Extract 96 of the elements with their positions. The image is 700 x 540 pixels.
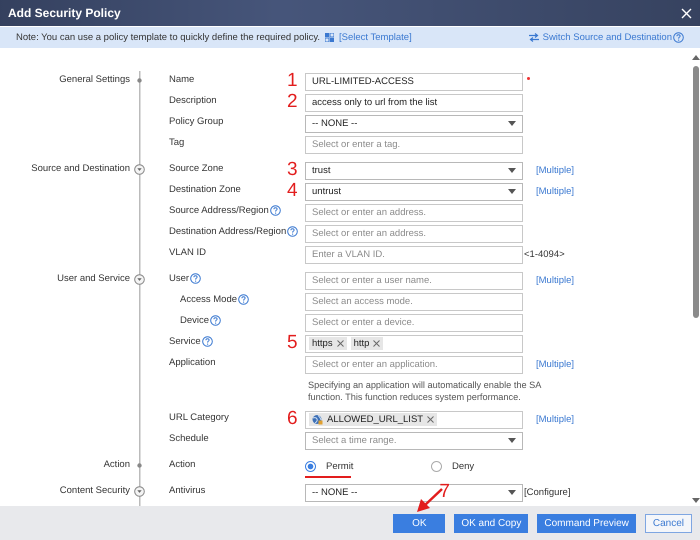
multiple-link[interactable]: [Multiple] — [536, 414, 574, 425]
hint-text: Specifying an application will automatically enable the SA function. This function reduces system performance. — [307, 379, 542, 403]
dropdown-caret-icon — [508, 121, 516, 126]
dialog-button[interactable]: Cancel — [644, 514, 692, 532]
field-label: Antivirus — [169, 485, 206, 496]
field-label: Application — [169, 357, 216, 368]
text-field[interactable]: Select or enter an address. — [305, 204, 523, 222]
collapse-icon[interactable] — [134, 164, 145, 175]
dropdown[interactable]: trust — [305, 162, 523, 180]
section-label: Source and Destination — [31, 163, 130, 174]
globe-icon — [312, 414, 323, 425]
dropdown-caret-icon — [508, 438, 516, 443]
note-text: Note: You can use a policy template to quickly define the required policy. — [16, 32, 320, 43]
field-label: URL Category — [169, 412, 229, 423]
text-field[interactable]: URL-LIMITED-ACCESS — [305, 72, 523, 90]
multiple-link[interactable]: [Multiple] — [536, 186, 574, 197]
field-label: Description — [169, 95, 217, 106]
field-label: Destination Zone — [169, 184, 241, 195]
scroll-down-icon[interactable] — [692, 498, 700, 504]
scroll-up-icon[interactable] — [692, 54, 700, 60]
dialog-button[interactable]: OK and Copy — [454, 514, 528, 532]
field-label: Device — [180, 315, 210, 326]
tag-chip[interactable]: http — [350, 337, 384, 350]
dialog-button[interactable]: Command Preview — [537, 514, 636, 532]
text-field[interactable]: Select or enter a user name. — [305, 272, 523, 290]
dropdown-value: untrust — [312, 186, 342, 197]
dropdown-caret-icon — [508, 168, 516, 173]
annotation-number: 2 — [287, 94, 299, 110]
text-field[interactable]: Enter a VLAN ID. — [305, 246, 523, 264]
window-title: Add Security Policy — [8, 6, 121, 20]
radio-button[interactable] — [305, 461, 316, 472]
range-hint: [Configure] — [524, 487, 570, 498]
help-icon[interactable] — [287, 226, 298, 237]
radio-button[interactable] — [431, 461, 442, 472]
annotation-number: 5 — [287, 334, 299, 350]
dropdown-value: trust — [312, 165, 330, 176]
help-icon[interactable] — [270, 205, 281, 216]
help-icon[interactable] — [238, 294, 250, 305]
remove-icon[interactable] — [373, 340, 380, 347]
tag-chip[interactable]: ALLOWED_URL_LIST — [309, 413, 438, 426]
field-label: Service — [169, 336, 201, 347]
field-label: Source Address/Region — [169, 205, 269, 216]
field-label: Source Zone — [169, 163, 224, 174]
field-label: Schedule — [169, 433, 209, 444]
dropdown-value: -- NONE -- — [312, 487, 358, 498]
tag-chip[interactable]: https — [309, 337, 347, 350]
select-template-link[interactable]: [Select Template] — [339, 32, 412, 43]
text-field[interactable]: Select or enter an address. — [305, 224, 523, 242]
field-label: Tag — [169, 137, 184, 148]
annotation-number: 4 — [287, 182, 299, 198]
multiple-link[interactable]: [Multiple] — [536, 359, 574, 370]
text-field[interactable]: Select or enter a device. — [305, 314, 523, 332]
multiple-link[interactable]: [Multiple] — [536, 275, 574, 286]
section-label: User and Service — [57, 273, 130, 284]
remove-icon[interactable] — [427, 416, 434, 423]
help-icon[interactable] — [210, 315, 222, 326]
help-icon[interactable] — [202, 336, 213, 347]
field-label: VLAN ID — [169, 247, 206, 258]
swap-icon — [528, 33, 539, 42]
radio-label[interactable]: Permit — [326, 461, 354, 472]
collapse-icon[interactable] — [134, 486, 145, 497]
text-field[interactable]: Select or enter a tag. — [305, 136, 523, 154]
dropdown-caret-icon — [508, 189, 516, 194]
range-hint: <1-4094> — [524, 249, 565, 260]
dropdown[interactable]: -- NONE -- — [305, 114, 523, 132]
dropdown[interactable]: untrust — [305, 182, 523, 200]
dropdown-placeholder: Select a time range. — [312, 435, 396, 446]
field-label: Access Mode — [180, 294, 238, 305]
dropdown-caret-icon — [508, 490, 516, 495]
field-label: Name — [169, 74, 194, 85]
annotation-number: 3 — [287, 162, 299, 178]
radio-label[interactable]: Deny — [452, 461, 474, 472]
tag-field[interactable]: https http — [305, 334, 523, 352]
field-label: Policy Group — [169, 116, 224, 127]
close-icon[interactable] — [681, 8, 692, 18]
section-label: Action — [104, 459, 130, 470]
template-icon — [325, 33, 334, 42]
help-icon[interactable] — [190, 273, 202, 284]
section-label: Content Security — [60, 485, 130, 496]
annotation-number: 1 — [287, 72, 299, 88]
dialog-button[interactable]: OK — [393, 514, 446, 532]
field-label: Action — [169, 459, 196, 470]
help-icon[interactable] — [673, 32, 684, 43]
text-field[interactable]: Select an access mode. — [305, 292, 523, 310]
tag-field[interactable]: ALLOWED_URL_LIST — [305, 410, 523, 428]
field-label: User — [169, 273, 190, 284]
collapse-icon[interactable] — [134, 274, 145, 285]
dropdown-value: -- NONE -- — [312, 118, 358, 129]
annotation-number: 6 — [287, 410, 299, 426]
remove-icon[interactable] — [336, 340, 344, 347]
field-label: Destination Address/Region — [169, 226, 286, 237]
text-field[interactable]: Select or enter an application. — [305, 356, 523, 374]
annotation-number: 7 — [439, 484, 450, 500]
section-label: General Settings — [59, 74, 130, 85]
multiple-link[interactable]: [Multiple] — [536, 165, 574, 176]
text-field[interactable]: access only to url from the list — [305, 94, 523, 112]
